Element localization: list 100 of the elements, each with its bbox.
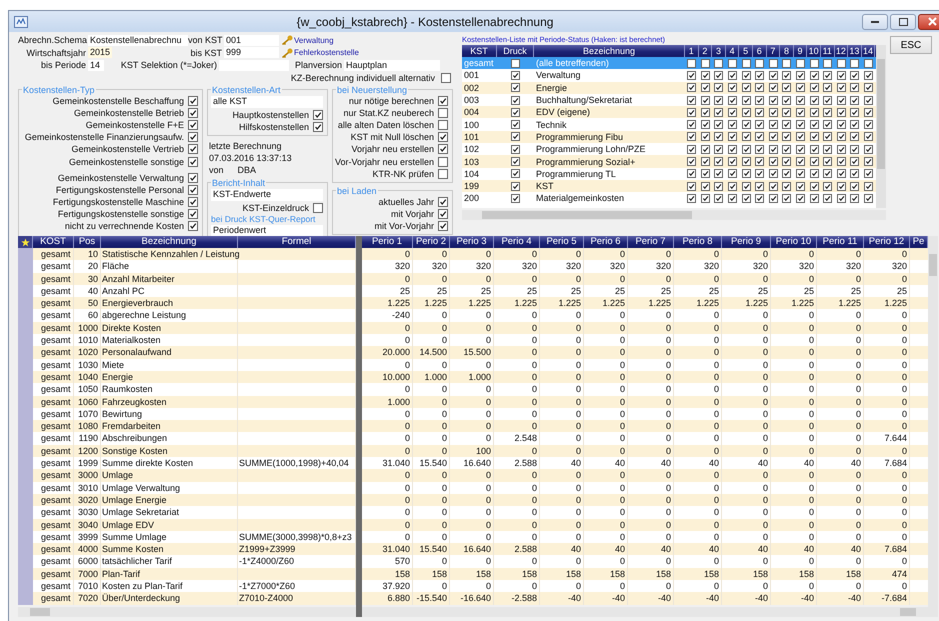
checkbox[interactable]: [687, 182, 696, 191]
checkbox[interactable]: [796, 96, 806, 105]
checkbox[interactable]: [742, 83, 751, 92]
checkbox[interactable]: [714, 169, 724, 178]
checkbox[interactable]: [511, 96, 520, 105]
checkbox[interactable]: [700, 58, 710, 68]
checkbox[interactable]: [438, 108, 448, 118]
dropdown-field[interactable]: alle KST: [211, 96, 323, 108]
checkbox[interactable]: [755, 157, 764, 166]
checkbox[interactable]: [687, 157, 696, 166]
checkbox[interactable]: [728, 194, 738, 203]
checkbox[interactable]: [810, 70, 819, 80]
checkbox[interactable]: [511, 157, 520, 166]
checkbox[interactable]: [796, 182, 806, 191]
checkbox[interactable]: [810, 182, 819, 191]
checkbox[interactable]: [714, 58, 724, 68]
checkbox[interactable]: [188, 96, 198, 106]
checkbox[interactable]: [755, 58, 764, 68]
checkbox[interactable]: [188, 120, 198, 130]
checkbox[interactable]: [850, 182, 860, 191]
checkbox[interactable]: [700, 169, 710, 178]
checkbox[interactable]: [864, 157, 874, 166]
checkbox[interactable]: [864, 70, 874, 80]
list-row[interactable]: 104 Programmierung TL: [462, 168, 876, 180]
cost-center-link[interactable]: Verwaltung: [294, 36, 334, 44]
dropdown-field[interactable]: KST-Endwerte: [211, 188, 323, 201]
checkbox[interactable]: [782, 182, 792, 191]
checkbox[interactable]: [687, 108, 696, 117]
checkbox[interactable]: [836, 157, 846, 166]
checkbox[interactable]: [850, 169, 860, 178]
checkbox[interactable]: [742, 120, 751, 130]
checkbox[interactable]: [823, 58, 832, 68]
list-row[interactable]: 004 EDV (eigene): [462, 106, 876, 118]
checkbox[interactable]: [728, 120, 738, 130]
horizontal-scrollbar[interactable]: [462, 210, 886, 220]
horizontal-scrollbar[interactable]: [18, 606, 356, 617]
checkbox[interactable]: [742, 182, 751, 191]
checkbox[interactable]: [864, 58, 874, 68]
checkbox[interactable]: [823, 132, 832, 142]
checkbox[interactable]: [188, 132, 198, 142]
list-row[interactable]: 102 Programmierung Lohn/PZE: [462, 143, 876, 156]
checkbox[interactable]: [768, 132, 778, 142]
checkbox[interactable]: [823, 144, 832, 154]
list-row[interactable]: 199 KST: [462, 180, 876, 192]
list-row[interactable]: 101 Programmierung Fibu: [462, 130, 876, 144]
checkbox[interactable]: [864, 194, 874, 203]
checkbox[interactable]: [742, 96, 751, 105]
maximize-button[interactable]: [890, 14, 916, 30]
checkbox[interactable]: [796, 58, 806, 68]
checkbox[interactable]: [755, 144, 764, 154]
checkbox[interactable]: [742, 58, 751, 68]
checkbox[interactable]: [768, 144, 778, 154]
checkbox[interactable]: [714, 108, 724, 117]
checkbox[interactable]: [850, 157, 860, 166]
checkbox[interactable]: [755, 70, 764, 80]
checkbox[interactable]: [782, 70, 792, 80]
checkbox[interactable]: [810, 194, 819, 203]
checkbox[interactable]: [836, 144, 846, 154]
checkbox[interactable]: [850, 120, 860, 130]
checkbox[interactable]: [687, 194, 696, 203]
checkbox[interactable]: [313, 202, 323, 213]
checkbox[interactable]: [755, 169, 764, 178]
checkbox[interactable]: [687, 70, 696, 80]
checkbox[interactable]: [796, 83, 806, 92]
checkbox[interactable]: [728, 58, 738, 68]
checkbox[interactable]: [810, 169, 819, 178]
input-field[interactable]: 001: [224, 34, 279, 46]
checkbox[interactable]: [742, 169, 751, 178]
checkbox[interactable]: [810, 120, 819, 130]
checkbox[interactable]: [700, 83, 710, 92]
checkbox[interactable]: [782, 83, 792, 92]
key-icon[interactable]: [281, 48, 293, 58]
checkbox[interactable]: [511, 132, 520, 142]
checkbox[interactable]: [768, 157, 778, 166]
checkbox[interactable]: [864, 96, 874, 105]
checkbox[interactable]: [823, 83, 832, 92]
checkbox[interactable]: [768, 169, 778, 178]
checkbox[interactable]: [796, 108, 806, 117]
checkbox[interactable]: [511, 70, 520, 80]
checkbox[interactable]: [850, 58, 860, 68]
list-row[interactable]: 001 Verwaltung: [462, 69, 876, 82]
checkbox[interactable]: [700, 132, 710, 142]
checkbox[interactable]: [850, 194, 860, 203]
checkbox[interactable]: [782, 58, 792, 68]
checkbox[interactable]: [687, 58, 696, 68]
checkbox[interactable]: [782, 96, 792, 105]
checkbox[interactable]: [511, 83, 520, 92]
checkbox[interactable]: [687, 144, 696, 154]
list-row[interactable]: 100 Technik: [462, 118, 876, 131]
checkbox[interactable]: [700, 157, 710, 166]
checkbox[interactable]: [836, 108, 846, 117]
input-field[interactable]: Hauptplan: [344, 60, 440, 70]
checkbox[interactable]: [714, 70, 724, 80]
checkbox[interactable]: [700, 144, 710, 154]
checkbox[interactable]: [850, 108, 860, 117]
checkbox[interactable]: [782, 120, 792, 130]
checkbox[interactable]: [864, 108, 874, 117]
checkbox[interactable]: [796, 169, 806, 178]
horizontal-scrollbar[interactable]: [362, 606, 928, 617]
checkbox[interactable]: [742, 194, 751, 203]
